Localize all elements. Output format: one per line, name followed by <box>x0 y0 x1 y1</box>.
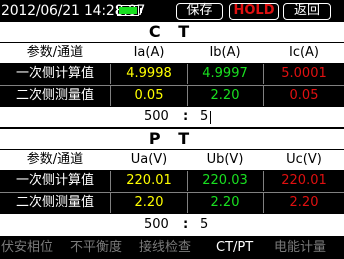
ct-header-ib: Ib(A) <box>209 45 241 60</box>
pt-secondary-uc: 2.20 <box>289 195 319 210</box>
top-bar: 2012/06/21 14:28:07 保存 HOLD 返回 <box>0 0 344 22</box>
ct-ratio-separator: : <box>183 109 189 124</box>
nav-unbalance[interactable]: 不平衡度 <box>70 238 122 257</box>
nav-wiring-check[interactable]: 接线检查 <box>139 238 191 257</box>
nav-voltage-phase[interactable]: 伏安相位 <box>1 238 53 257</box>
ct-header-row: 参数/通道 Ia(A) Ib(A) Ic(A) <box>0 43 344 63</box>
ct-secondary-row: 二次侧测量值 0.05 2.20 0.05 <box>0 86 344 106</box>
ct-ratio-secondary[interactable]: 5 <box>200 107 208 127</box>
ct-ratio[interactable]: 500 : 5 <box>0 107 344 127</box>
ct-pt-screen: 2012/06/21 14:28:07 保存 HOLD 返回 C T 参数/通道… <box>0 0 344 259</box>
ct-ratio-primary[interactable]: 500 <box>144 107 169 127</box>
pt-primary-ub: 220.03 <box>202 173 248 188</box>
pt-ratio[interactable]: 500 : 5 <box>0 214 344 236</box>
pt-header-ua: Ua(V) <box>130 152 168 167</box>
bottom-nav: 伏安相位 不平衡度 接线检查 CT/PT 电能计量 <box>0 236 344 259</box>
ct-secondary-label: 二次侧测量值 <box>15 88 94 103</box>
pt-secondary-row: 二次侧测量值 2.20 2.20 2.20 <box>0 193 344 213</box>
ct-header-ia: Ia(A) <box>133 45 165 60</box>
ct-primary-label: 一次侧计算值 <box>15 66 94 81</box>
ct-header-ic: Ic(A) <box>288 45 320 60</box>
hold-button[interactable]: HOLD <box>229 3 279 20</box>
pt-primary-row: 一次侧计算值 220.01 220.03 220.01 <box>0 171 344 191</box>
nav-energy-metering[interactable]: 电能计量 <box>274 238 326 257</box>
ct-primary-ia: 4.9998 <box>126 66 172 81</box>
pt-ratio-primary[interactable]: 500 <box>144 214 169 236</box>
ct-primary-row: 一次侧计算值 4.9998 4.9997 5.0001 <box>0 64 344 84</box>
pt-header-ub: Ub(V) <box>206 152 244 167</box>
pt-header-row: 参数/通道 Ua(V) Ub(V) Uc(V) <box>0 150 344 170</box>
pt-secondary-label: 二次侧测量值 <box>15 195 94 210</box>
back-button[interactable]: 返回 <box>283 3 331 20</box>
pt-title: P T <box>0 128 344 150</box>
ct-header-param: 参数/通道 <box>26 45 84 60</box>
ct-secondary-ia: 0.05 <box>134 88 164 103</box>
pt-ratio-secondary[interactable]: 5 <box>200 214 208 236</box>
ct-secondary-ic: 0.05 <box>289 88 319 103</box>
save-button[interactable]: 保存 <box>176 3 223 20</box>
pt-header-param: 参数/通道 <box>26 152 84 167</box>
nav-ct-pt[interactable]: CT/PT <box>216 238 253 257</box>
pt-primary-uc: 220.01 <box>281 173 327 188</box>
pt-primary-ua: 220.01 <box>126 173 172 188</box>
ct-title: C T <box>0 22 344 43</box>
text-cursor <box>210 111 211 124</box>
battery-full-icon <box>117 5 142 16</box>
pt-secondary-ua: 2.20 <box>134 195 164 210</box>
ct-secondary-ib: 2.20 <box>210 88 240 103</box>
pt-header-uc: Uc(V) <box>286 152 322 167</box>
ct-primary-ib: 4.9997 <box>202 66 248 81</box>
pt-ratio-separator: : <box>183 217 189 232</box>
pt-primary-label: 一次侧计算值 <box>15 173 94 188</box>
ct-primary-ic: 5.0001 <box>281 66 327 81</box>
pt-secondary-ub: 2.20 <box>210 195 240 210</box>
